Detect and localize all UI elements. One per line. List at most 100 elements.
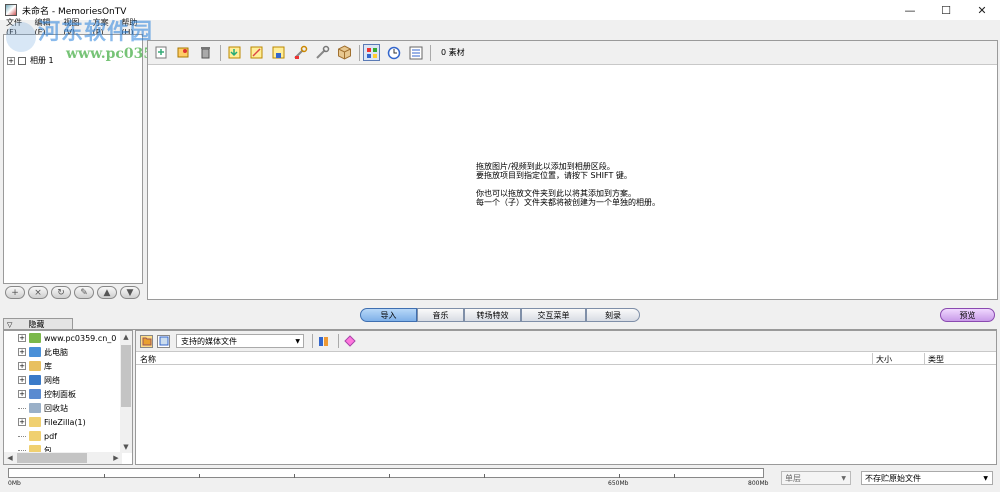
plus-icon[interactable]: + <box>7 56 15 65</box>
toolbar-separator <box>220 44 221 61</box>
function-tabs: 导入 音乐 转场特效 交互菜单 刻录 <box>360 308 640 322</box>
scroll-thumb[interactable] <box>17 453 87 463</box>
column-name[interactable]: 名称 <box>140 354 156 365</box>
delete-album-button[interactable]: × <box>28 286 48 299</box>
tree-item-site[interactable]: + www.pc0359.cn_0 <box>18 331 116 345</box>
tree-item-label: FileZilla(1) <box>44 417 86 427</box>
disc-layer-select[interactable]: 单层 ▼ <box>781 471 851 485</box>
drop-hint: 拖放图片/视频到此以添加到相册区段。 要拖放项目到指定位置，请按下 SHIFT … <box>476 162 660 207</box>
folder-icon <box>29 417 41 427</box>
tree-item-label: 库 <box>44 361 52 371</box>
plus-icon[interactable]: + <box>18 418 26 426</box>
import-photo-icon[interactable] <box>226 44 243 61</box>
plus-icon[interactable]: + <box>18 376 26 384</box>
package-icon[interactable] <box>336 44 353 61</box>
album-icon <box>18 56 26 65</box>
tree-item-this-pc[interactable]: + 此电脑 <box>18 345 68 359</box>
edit-media-icon[interactable] <box>175 44 192 61</box>
vertical-scrollbar[interactable]: ▲ ▼ <box>120 331 132 453</box>
list-view-icon[interactable] <box>407 44 424 61</box>
chevron-down-icon: ▼ <box>983 474 988 482</box>
tree-item-network[interactable]: + 网络 <box>18 373 60 387</box>
wrench-icon[interactable] <box>314 44 331 61</box>
drop-hint-line: 每一个（子）文件夹都将被创建为一个单独的相册。 <box>476 198 660 207</box>
edit-album-button[interactable]: ✎ <box>74 286 94 299</box>
tab-transitions[interactable]: 转场特效 <box>464 308 521 322</box>
album-buttons: + × ↻ ✎ ▲ ▼ <box>5 286 143 299</box>
drop-hint-line: 拖放图片/视频到此以添加到相册区段。 <box>476 162 615 171</box>
capacity-label-start: 0Mb <box>8 480 21 487</box>
minimize-button[interactable]: — <box>892 0 928 20</box>
tree-item-pdf[interactable]: pdf <box>18 429 57 443</box>
horizontal-scrollbar[interactable]: ◀ ▶ <box>4 452 122 464</box>
album-label: 相册 1 <box>30 56 54 65</box>
plus-icon[interactable]: + <box>18 390 26 398</box>
menu-bar: 文件(F) 编辑(E) 视图(V) 方案(P) 帮助(H) <box>0 18 145 37</box>
save-media-icon[interactable] <box>270 44 287 61</box>
thumbnail-toggle-icon[interactable] <box>317 335 330 348</box>
thumbnail-view-icon[interactable] <box>363 44 380 61</box>
plus-icon[interactable]: + <box>18 348 26 356</box>
tab-burn[interactable]: 刻录 <box>586 308 640 322</box>
favorite-icon[interactable] <box>343 335 356 348</box>
close-button[interactable]: ✕ <box>964 0 1000 20</box>
maximize-button[interactable]: ☐ <box>928 0 964 20</box>
album-item[interactable]: + 相册 1 <box>7 55 54 66</box>
drop-hint-line: 要拖放项目到指定位置，请按下 SHIFT 键。 <box>476 171 632 180</box>
move-up-button[interactable]: ▲ <box>97 286 117 299</box>
plus-icon[interactable]: + <box>18 334 26 342</box>
album-tree-panel[interactable]: + 相册 1 <box>3 34 143 284</box>
tab-import[interactable]: 导入 <box>360 308 417 322</box>
tab-interactive-menu[interactable]: 交互菜单 <box>521 308 586 322</box>
add-media-icon[interactable] <box>153 44 170 61</box>
disc-capacity-bar <box>8 468 764 478</box>
save-original-value: 不存贮原始文件 <box>865 473 921 483</box>
title-bar: 未命名 - MemoriesOnTV — ☐ ✕ <box>0 0 1000 20</box>
file-browser[interactable]: 支持的媒体文件 ▼ 名称 大小 类型 <box>135 330 997 465</box>
column-size[interactable]: 大小 <box>876 354 892 365</box>
network-icon <box>29 375 41 385</box>
folder-icon <box>29 431 41 441</box>
timeline-view-icon[interactable] <box>385 44 402 61</box>
tree-item-library[interactable]: + 库 <box>18 359 52 373</box>
tab-music[interactable]: 音乐 <box>417 308 464 322</box>
tree-item-control-panel[interactable]: + 控制面板 <box>18 387 76 401</box>
drop-hint-line: 你也可以拖放文件夹到此以将其添加到方案。 <box>476 189 636 198</box>
tree-item-label: 回收站 <box>44 403 68 413</box>
move-down-button[interactable]: ▼ <box>120 286 140 299</box>
window-title: 未命名 - MemoriesOnTV <box>22 6 127 17</box>
tree-item-recycle-bin[interactable]: 回收站 <box>18 401 68 415</box>
computer-icon <box>29 347 41 357</box>
recycle-bin-icon <box>29 403 41 413</box>
folder-tree[interactable]: + www.pc0359.cn_0 + 此电脑 + 库 + 网络 + 控制面板 … <box>3 330 133 465</box>
tree-item-filezilla[interactable]: + FileZilla(1) <box>18 415 86 429</box>
scroll-up-icon[interactable]: ▲ <box>120 331 132 343</box>
import-video-icon[interactable] <box>248 44 265 61</box>
scroll-thumb[interactable] <box>121 345 131 407</box>
chevron-down-icon: ▼ <box>295 337 300 345</box>
toolbar-separator <box>359 44 360 61</box>
media-count: 0 素材 <box>441 48 465 57</box>
add-album-button[interactable]: + <box>5 286 25 299</box>
scroll-left-icon[interactable]: ◀ <box>4 452 16 464</box>
file-filter-select[interactable]: 支持的媒体文件 ▼ <box>176 334 304 348</box>
save-original-select[interactable]: 不存贮原始文件 ▼ <box>861 471 993 485</box>
tools-icon[interactable] <box>292 44 309 61</box>
user-icon <box>29 333 41 343</box>
tree-item-label: 此电脑 <box>44 347 68 357</box>
tree-item-label: 网络 <box>44 375 60 385</box>
preview-button[interactable]: 预览 <box>940 308 995 322</box>
scroll-right-icon[interactable]: ▶ <box>110 452 122 464</box>
refresh-album-button[interactable]: ↻ <box>51 286 71 299</box>
tree-item-label: pdf <box>44 431 57 441</box>
browse-icon[interactable] <box>157 334 170 348</box>
plus-icon[interactable]: + <box>18 362 26 370</box>
library-icon <box>29 361 41 371</box>
disc-layer-value: 单层 <box>785 473 801 483</box>
media-area[interactable]: 0 素材 拖放图片/视频到此以添加到相册区段。 要拖放项目到指定位置，请按下 S… <box>147 40 998 300</box>
open-folder-icon[interactable] <box>140 334 153 348</box>
tree-item-label: www.pc0359.cn_0 <box>44 333 117 343</box>
file-list-header: 名称 大小 类型 <box>136 351 996 365</box>
trash-icon[interactable] <box>197 44 214 61</box>
column-type[interactable]: 类型 <box>928 354 944 365</box>
